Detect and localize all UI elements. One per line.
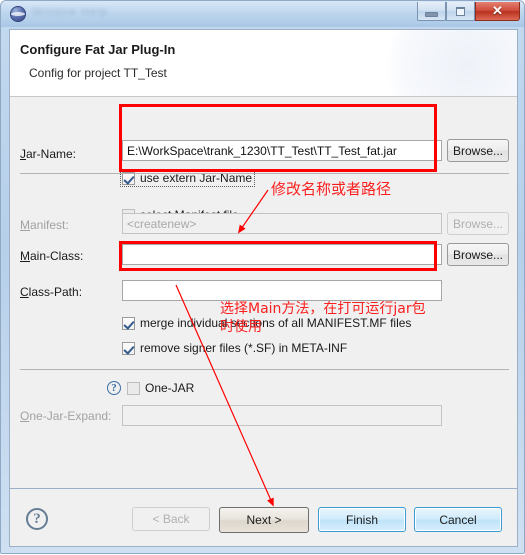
page-title: Configure Fat Jar Plug-In: [20, 42, 176, 57]
minimize-icon: [425, 11, 438, 17]
cancel-button[interactable]: Cancel: [414, 507, 502, 532]
wizard-header: Configure Fat Jar Plug-In Config for pro…: [10, 30, 517, 97]
one-jar-expand-label: One-Jar-Expand:: [20, 409, 112, 423]
wizard-dialog: Configure Fat Jar Plug-In Config for pro…: [9, 29, 518, 547]
next-button-label: Next >: [246, 513, 282, 527]
class-path-label: Class-Path:: [20, 285, 83, 299]
merge-sections-checkbox[interactable]: merge individual sections of all MANIFES…: [122, 316, 411, 330]
remove-signer-files-label: remove signer files (*.SF) in META-INF: [140, 341, 348, 355]
back-button[interactable]: < Back: [132, 507, 210, 531]
checkbox-box: [127, 381, 140, 395]
separator-one-jar: [20, 369, 509, 370]
main-class-input[interactable]: [122, 244, 442, 265]
manifest-input[interactable]: <createnew>: [122, 213, 442, 234]
minimize-button[interactable]: [417, 2, 446, 21]
jar-name-browse-button[interactable]: Browse...: [447, 139, 509, 162]
jar-name-input[interactable]: E:\WorkSpace\trank_1230\TT_Test\TT_Test_…: [122, 140, 442, 161]
maximize-button[interactable]: [446, 2, 475, 21]
close-button[interactable]: ✕: [475, 2, 520, 21]
page-subtitle: Config for project TT_Test: [29, 66, 167, 80]
remove-signer-files-checkbox[interactable]: remove signer files (*.SF) in META-INF: [122, 341, 347, 355]
manifest-browse-button[interactable]: Browse...: [447, 212, 509, 235]
next-button[interactable]: Next >: [219, 507, 309, 533]
checkbox-box: [122, 316, 135, 330]
eclipse-sphere-icon: [10, 6, 26, 22]
window-title: Window Help: [32, 6, 108, 18]
title-bar[interactable]: Window Help ✕: [1, 1, 525, 27]
main-class-browse-button[interactable]: Browse...: [447, 243, 509, 266]
class-path-input[interactable]: [122, 280, 442, 301]
footer-separator: [10, 488, 517, 489]
manifest-label: Manifest:: [20, 218, 69, 232]
one-jar-checkbox[interactable]: One-JAR: [127, 381, 194, 395]
one-jar-expand-input[interactable]: [122, 405, 442, 426]
one-jar-label: One-JAR: [145, 381, 195, 395]
help-button[interactable]: ?: [26, 508, 48, 530]
application-window: Window Help ✕ Configure Fat Jar Plug-In …: [0, 0, 525, 554]
merge-sections-label: merge individual sections of all MANIFES…: [140, 316, 412, 330]
maximize-icon: [456, 6, 465, 16]
one-jar-help-icon[interactable]: ?: [107, 381, 121, 395]
finish-button[interactable]: Finish: [318, 507, 406, 532]
jar-name-label: Jar-Name:: [20, 147, 77, 161]
checkbox-box: [122, 341, 135, 355]
separator-jar-name: [20, 173, 509, 174]
main-class-label: Main-Class:: [20, 249, 84, 263]
